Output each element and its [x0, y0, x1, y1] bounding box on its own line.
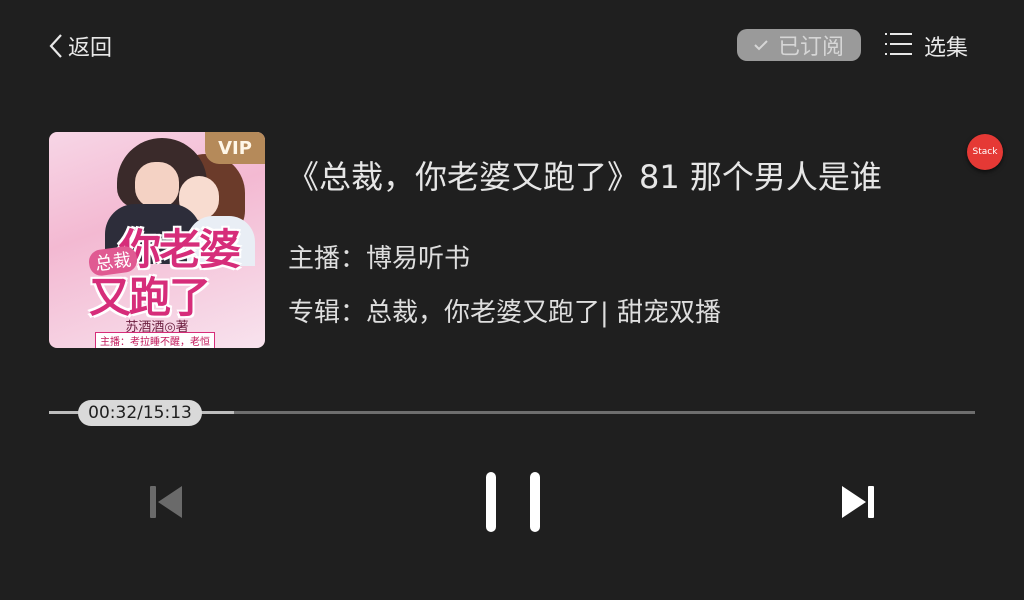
cover-art-man-face: [135, 162, 179, 208]
track-title: 《总裁，你老婆又跑了》81 那个男人是谁: [287, 158, 882, 196]
subscribed-label: 已订阅: [777, 35, 844, 60]
pause-button[interactable]: [480, 470, 546, 534]
vip-badge: VIP: [205, 132, 265, 164]
progress-thumb[interactable]: 00:32/15:13: [78, 400, 202, 426]
next-button[interactable]: [838, 482, 878, 522]
album-cover: VIP 你老婆 总裁 又跑了 苏酒酒◎著 主播：考拉睡不醒，老恒: [49, 132, 265, 348]
skip-next-icon: [838, 482, 878, 522]
player-screen: 返回 已订阅 选集 VIP 你老婆 总裁 又跑了 苏酒酒◎著 主播：考拉睡不醒，…: [0, 0, 1024, 600]
episodes-label: 选集: [924, 36, 969, 61]
previous-button[interactable]: [146, 482, 186, 522]
track-album[interactable]: 专辑：总裁，你老婆又跑了| 甜宠双播: [288, 292, 721, 329]
cover-title-line1: 你老婆: [119, 225, 241, 274]
stack-floating-button[interactable]: Stack: [967, 134, 1003, 170]
subscribed-button[interactable]: 已订阅: [737, 29, 861, 61]
cover-title-line2: 又跑了: [89, 273, 211, 322]
list-icon: [884, 30, 914, 62]
back-label: 返回: [68, 36, 113, 61]
track-host: 主播：博易听书: [288, 244, 471, 274]
pause-icon: [480, 470, 546, 534]
chevron-left-icon: [48, 32, 64, 60]
check-icon: [754, 36, 768, 55]
skip-previous-icon: [146, 482, 186, 522]
episodes-button[interactable]: 选集: [884, 30, 968, 62]
back-button[interactable]: 返回: [48, 30, 112, 62]
cover-hosts: 主播：考拉睡不醒，老恒: [95, 332, 215, 348]
